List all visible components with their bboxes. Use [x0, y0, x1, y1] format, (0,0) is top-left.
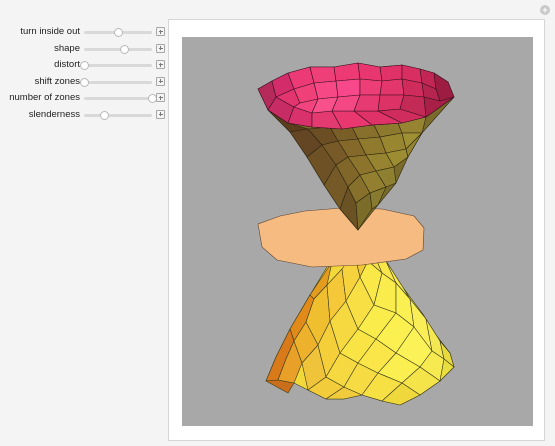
control-slenderness: slenderness [0, 108, 170, 122]
expand-plus-icon[interactable] [156, 43, 165, 53]
turn-inside-out-slider[interactable] [84, 28, 152, 37]
control-shape: shape [0, 42, 170, 56]
slider-thumb[interactable] [120, 44, 130, 54]
number-of-zones-slider[interactable] [84, 94, 157, 103]
expand-plus-icon[interactable] [156, 60, 165, 69]
control-turn-inside-out: turn inside out [0, 25, 170, 39]
control-label: number of zones [9, 92, 80, 103]
distort-slider[interactable] [79, 61, 152, 70]
control-label: shape [54, 42, 80, 54]
slider-thumb[interactable] [79, 61, 89, 70]
control-label: turn inside out [20, 26, 80, 37]
control-shift-zones: shift zones [0, 75, 170, 89]
polyhedron-graphic[interactable] [182, 37, 533, 426]
options-icon[interactable]: + [540, 5, 550, 15]
expand-plus-icon[interactable] [156, 93, 165, 102]
shift-zones-slider[interactable] [79, 77, 152, 87]
slider-thumb[interactable] [79, 77, 89, 87]
control-label: slenderness [28, 108, 80, 120]
slider-thumb[interactable] [113, 28, 123, 37]
slider-thumb[interactable] [99, 110, 109, 120]
expand-plus-icon[interactable] [156, 76, 165, 86]
3d-graphics-viewport[interactable] [182, 37, 533, 426]
control-label: distort [54, 59, 80, 70]
control-label: shift zones [34, 75, 80, 87]
expand-plus-icon[interactable] [156, 109, 165, 119]
middle-disk [257, 207, 425, 268]
shape-slider[interactable] [84, 44, 152, 54]
expand-plus-icon[interactable] [156, 27, 165, 36]
slenderness-slider[interactable] [84, 110, 152, 120]
control-distort: distort [0, 58, 170, 72]
control-number-of-zones: number of zones [0, 91, 170, 105]
app-window: + turn inside out shape distort shift zo… [0, 0, 555, 446]
